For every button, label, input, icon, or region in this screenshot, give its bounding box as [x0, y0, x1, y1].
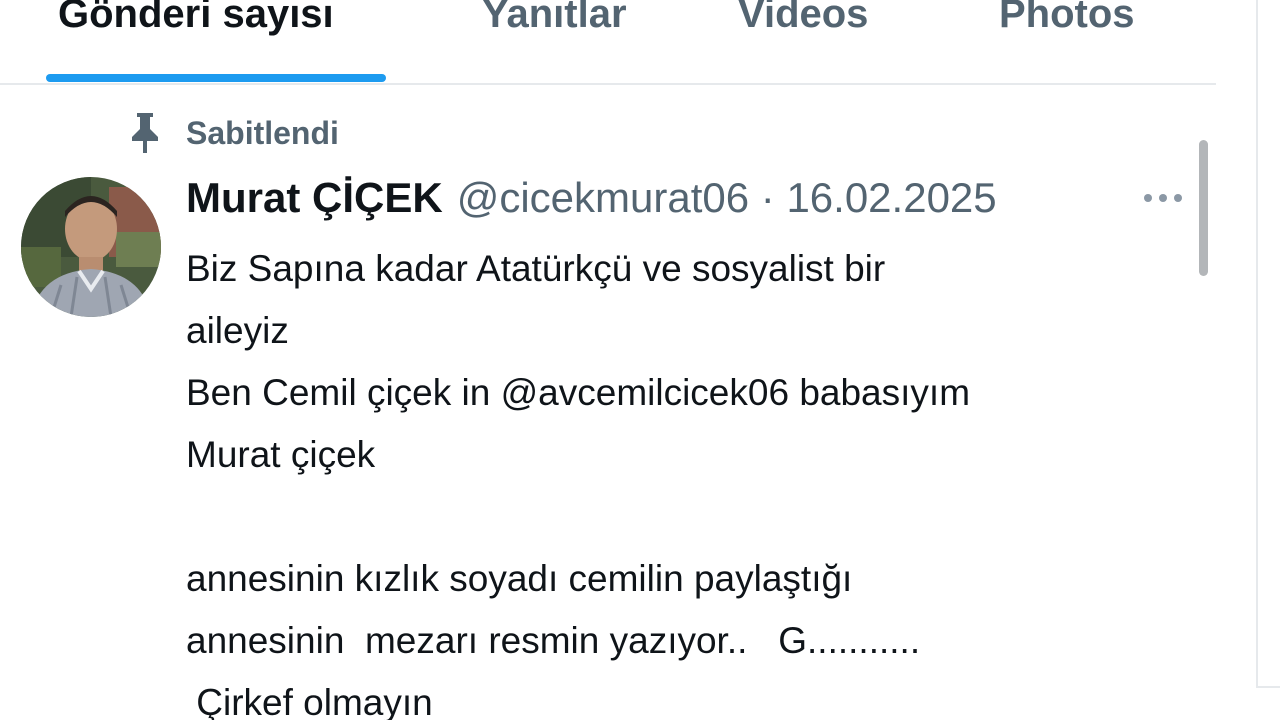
tweet-text-line: annesinin mezarı resmin yazıyor.. G.....…	[186, 620, 921, 661]
tweet-text-line: Murat çiçek	[186, 434, 376, 475]
tweet-text-line: aileyiz	[186, 310, 289, 351]
column-divider	[1256, 0, 1258, 688]
active-tab-indicator	[46, 74, 386, 82]
tweet-text-line	[186, 486, 1226, 548]
tweet-text-line: Çirkef olmayın	[186, 682, 433, 720]
tab-replies[interactable]: Yanıtlar	[482, 0, 627, 37]
pinned-label: Sabitlendi	[186, 114, 339, 151]
pinned-indicator: Sabitlendi	[128, 110, 339, 156]
tweet-text-line: Biz Sapına kadar Atatürkçü ve sosyalist …	[186, 248, 886, 289]
tab-posts[interactable]: Gönderi sayısı	[58, 0, 334, 37]
tweet-header: Murat ÇİÇEK @cicekmurat06 · 16.02.2025	[186, 170, 997, 226]
tab-photos[interactable]: Photos	[999, 0, 1135, 37]
tabs-divider	[0, 83, 1216, 85]
tweet-text-line: annesinin kızlık soyadı cemilin paylaştı…	[186, 558, 853, 599]
tweet-text-line: Ben Cemil çiçek in @avcemilcicek06 babas…	[186, 372, 971, 413]
tweet-date[interactable]: 16.02.2025	[786, 174, 996, 221]
more-icon[interactable]	[1140, 184, 1186, 212]
pin-icon	[128, 111, 162, 155]
display-name[interactable]: Murat ÇİÇEK	[186, 174, 443, 221]
avatar[interactable]	[21, 177, 161, 317]
tab-videos[interactable]: Videos	[738, 0, 868, 37]
profile-tabs: Gönderi sayısı Yanıtlar Videos Photos	[0, 0, 1216, 85]
profile-timeline: Gönderi sayısı Yanıtlar Videos Photos Sa…	[0, 0, 1280, 720]
user-handle[interactable]: @cicekmurat06	[457, 174, 749, 221]
header-separator: ·	[760, 174, 775, 221]
column-divider-foot	[1256, 686, 1280, 688]
tweet-text: Biz Sapına kadar Atatürkçü ve sosyalist …	[186, 238, 1226, 720]
